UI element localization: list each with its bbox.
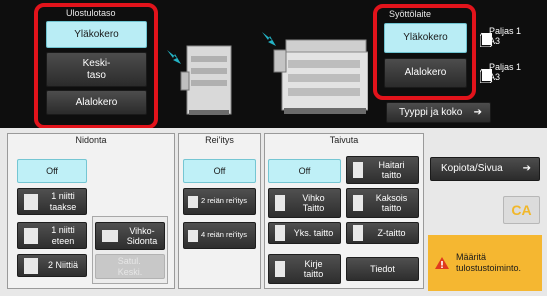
saddle-center-button: Satul. Keski. <box>95 254 165 279</box>
stapling-off-button[interactable]: Off <box>17 159 87 183</box>
arrow-right-icon: ➔ <box>522 163 531 175</box>
output-tray-title: Ulostulotaso <box>66 8 116 18</box>
staple-back-icon <box>24 193 38 210</box>
output-tray-upper-button[interactable]: Yläkokero <box>46 21 147 48</box>
paper-lower-type: Paljas 1 <box>489 62 522 72</box>
finisher-illustration <box>167 45 232 115</box>
staple-back-label: 1 niitti taakse <box>49 191 77 212</box>
book-icon <box>102 230 118 242</box>
staple-two-label: 2 Niittiä <box>47 260 78 271</box>
single-fold-icon <box>275 225 285 241</box>
arrow-right-icon: ➔ <box>473 106 482 118</box>
fold-z-label: Z-taitto <box>377 227 406 238</box>
input-tray-upper-button[interactable]: Yläkokero <box>384 23 467 53</box>
fold-info-button[interactable]: Tiedot <box>346 257 419 281</box>
paper-lower-size: A3 <box>489 72 501 83</box>
fold-single-label: Yks. taitto <box>293 227 334 238</box>
accordion-fold-icon <box>353 162 363 178</box>
staple-two-button[interactable]: 2 Niittiä <box>17 254 87 277</box>
fold-booklet-button[interactable]: Vihko Taitto <box>268 188 341 218</box>
ca-button[interactable]: CA <box>503 196 540 224</box>
punch-four-hole-icon <box>188 229 198 242</box>
fold-off-button[interactable]: Off <box>268 159 341 183</box>
fold-letter-button[interactable]: Kirje taitto <box>268 254 341 284</box>
type-size-label: Tyyppi ja koko <box>399 106 463 118</box>
paper-upper-info: Paljas 1 A3 <box>489 26 521 47</box>
letter-fold-icon <box>275 261 285 277</box>
device-display-area: Ulostulotaso Yläkokero Keski- taso Alalo… <box>0 0 547 129</box>
fold-z-button[interactable]: Z-taitto <box>346 222 419 244</box>
punch-two-hole-button[interactable]: 2 reiän rei'itys <box>183 188 256 215</box>
type-size-button[interactable]: Tyyppi ja koko ➔ <box>386 102 491 123</box>
stapling-title: Nidonta <box>75 135 107 145</box>
booklet-fold-icon <box>275 195 285 211</box>
warning-banner: Määritä tulostustoiminto. <box>428 235 542 291</box>
fold-accordion-label: Haitari taitto <box>378 159 405 180</box>
fold-booklet-label: Vihko Taitto <box>302 192 325 213</box>
punch-two-hole-label: 2 reiän rei'itys <box>201 196 248 206</box>
input-tray-lower-button[interactable]: Alalokero <box>384 58 467 88</box>
saddle-stitch-button[interactable]: Vihko- Sidonta <box>95 222 165 250</box>
punch-title: Rei'itys <box>205 135 234 145</box>
fold-double-label: Kaksois taitto <box>375 192 408 213</box>
paper-upper-type: Paljas 1 <box>489 26 522 36</box>
double-fold-icon <box>353 195 363 211</box>
staple-front-label: 1 niitti eteen <box>51 225 75 246</box>
fold-letter-label: Kirje taitto <box>303 258 324 279</box>
fold-double-button[interactable]: Kaksois taitto <box>346 188 419 218</box>
punch-four-hole-label: 4 reiän rei'itys <box>201 230 248 240</box>
staple-two-icon <box>24 257 38 274</box>
fold-accordion-button[interactable]: Haitari taitto <box>346 156 419 184</box>
printer-illustration <box>262 32 368 114</box>
copies-per-page-label: Kopiota/Sivua <box>441 163 503 175</box>
punch-four-hole-button[interactable]: 4 reiän rei'itys <box>183 222 256 249</box>
staple-back-button[interactable]: 1 niitti taakse <box>17 188 87 215</box>
output-tray-middle-button[interactable]: Keski- taso <box>46 52 147 87</box>
input-tray-title: Syöttölaite <box>389 9 432 19</box>
fold-title: Taivuta <box>329 135 359 145</box>
output-tray-lower-button[interactable]: Alalokero <box>46 90 147 115</box>
staple-front-button[interactable]: 1 niitti eteen <box>17 222 87 249</box>
warning-icon <box>435 257 449 269</box>
saddle-stitch-label: Vihko- Sidonta <box>126 225 158 246</box>
staple-front-icon <box>24 227 38 244</box>
paper-upper-size: A3 <box>489 36 501 47</box>
paper-lower-info: Paljas 1 A3 <box>489 62 521 83</box>
punch-two-hole-icon <box>188 195 198 208</box>
fold-single-button[interactable]: Yks. taitto <box>268 222 341 244</box>
punch-off-button[interactable]: Off <box>183 159 256 183</box>
copies-per-page-button[interactable]: Kopiota/Sivua ➔ <box>430 157 540 181</box>
warning-text: Määritä tulostustoiminto. <box>456 252 522 273</box>
z-fold-icon <box>353 225 363 241</box>
